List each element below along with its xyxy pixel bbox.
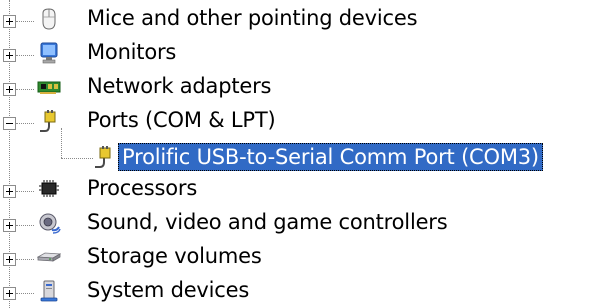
tree-connector-line: [16, 123, 34, 124]
minus-icon: [6, 123, 13, 124]
tree-node-label: Processors: [87, 176, 198, 200]
port-connector-icon: [40, 110, 56, 132]
tree-node-label: Storage volumes: [87, 244, 262, 268]
tree-node-sound-video-game[interactable]: Sound, video and game controllers: [0, 208, 593, 242]
tree-node-label: Network adapters: [87, 74, 272, 98]
computer-icon: [40, 280, 58, 302]
tree-node-prolific-port[interactable]: Prolific USB-to-Serial Comm Port (COM3): [0, 140, 593, 174]
tree-node-network-adapters[interactable]: Network adapters: [0, 72, 593, 106]
expand-button[interactable]: [3, 49, 16, 62]
tree-connector-line: [16, 191, 34, 192]
plus-icon: [6, 256, 13, 263]
expand-button[interactable]: [3, 219, 16, 232]
expand-button[interactable]: [3, 287, 16, 300]
monitor-icon: [40, 42, 58, 64]
tree-node-label: Monitors: [87, 40, 177, 64]
tree-node-label: Mice and other pointing devices: [87, 6, 418, 30]
collapse-button[interactable]: [3, 117, 16, 130]
tree-node-storage-volumes[interactable]: Storage volumes: [0, 242, 593, 276]
tree-connector-line: [16, 55, 34, 56]
processor-icon: [39, 180, 59, 197]
selected-tree-node-label: Prolific USB-to-Serial Comm Port (COM3): [118, 143, 543, 171]
expand-button[interactable]: [3, 83, 16, 96]
plus-icon: [6, 290, 13, 297]
tree-connector-line: [16, 89, 34, 90]
tree-connector-line: [16, 21, 34, 22]
tree-node-monitors[interactable]: Monitors: [0, 38, 593, 72]
tree-node-processors[interactable]: Processors: [0, 174, 593, 208]
tree-node-ports[interactable]: Ports (COM & LPT): [0, 106, 593, 140]
plus-icon: [6, 86, 13, 93]
plus-icon: [6, 18, 13, 25]
port-connector-icon: [95, 146, 111, 168]
plus-icon: [6, 52, 13, 59]
tree-node-label: Sound, video and game controllers: [87, 210, 448, 234]
tree-node-mice[interactable]: Mice and other pointing devices: [0, 4, 593, 38]
plus-icon: [6, 188, 13, 195]
plus-icon: [6, 222, 13, 229]
network-adapter-icon: [37, 81, 61, 94]
device-tree[interactable]: Mice and other pointing devices Monitors…: [0, 0, 593, 308]
storage-volume-icon: [37, 252, 61, 262]
expand-button[interactable]: [3, 253, 16, 266]
tree-node-label: Ports (COM & LPT): [87, 108, 276, 132]
tree-node-label: System devices: [87, 278, 250, 302]
expand-button[interactable]: [3, 15, 16, 28]
tree-connector-line: [16, 293, 34, 294]
speaker-icon: [39, 213, 61, 234]
tree-connector-line: [16, 225, 34, 226]
tree-node-system-devices[interactable]: System devices: [0, 276, 593, 308]
mouse-icon: [42, 8, 56, 30]
expand-button[interactable]: [3, 185, 16, 198]
tree-connector-line: [16, 259, 34, 260]
